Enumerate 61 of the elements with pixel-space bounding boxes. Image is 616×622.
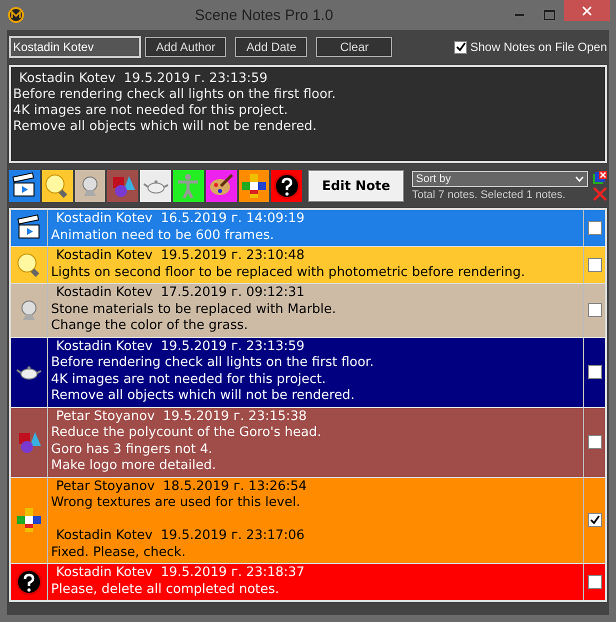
- checkbox[interactable]: [454, 40, 468, 54]
- toolbar-button[interactable]: Clear: [316, 37, 392, 57]
- note-text: Animation need to be 600 frames.: [51, 228, 275, 244]
- note-row[interactable]: Petar Stoyanov 19.5.2019 г. 23:15:38 Reduce the polycount of the Goro's head. Goro has 3 fingers not 4. Make logo more detailed.: [11, 408, 605, 476]
- note-checkbox[interactable]: [588, 221, 602, 235]
- checkbox-label: Show Notes on File Open: [470, 40, 607, 54]
- close-icon: [582, 6, 592, 16]
- note-text: Goro has 3 fingers not 4.: [51, 442, 214, 458]
- note-text: Make logo more detailed.: [51, 458, 218, 474]
- note-editor[interactable]: Kostadin Kotev 19.5.2019 г. 23:13:59 Before rendering check all lights on the first floor. 4K images are not needed for this project. Remove all objects which will not be rendered.: [9, 65, 607, 163]
- note-checkbox[interactable]: [588, 513, 602, 528]
- note-row[interactable]: Kostadin Kotev 19.5.2019 г. 23:10:48 Lights on second floor to be replaced with photometric before rendering.: [11, 247, 605, 283]
- note-text: Wrong textures are used for this level.: [51, 495, 302, 512]
- category-button[interactable]: [271, 170, 302, 202]
- note-header: Kostadin Kotev 16.5.2019 г. 14:09:19: [55, 211, 306, 228]
- note-row[interactable]: Kostadin Kotev 19.5.2019 г. 23:18:37 Please, delete all completed notes.: [11, 564, 605, 600]
- question-icon: [15, 568, 43, 596]
- cross-icon: [240, 172, 268, 200]
- note-header: Kostadin Kotev 19.5.2019 г. 23:17:06: [55, 528, 306, 544]
- author-field[interactable]: Kostadin Kotev: [9, 36, 141, 58]
- note-text: Lights on second floor to be replaced with photometric before rendering.: [51, 264, 526, 281]
- maximize-icon: [544, 10, 554, 20]
- category-button[interactable]: [74, 170, 106, 202]
- note-text: Fixed. Please, check.: [51, 544, 187, 561]
- category-button[interactable]: [9, 170, 40, 202]
- note-text: Remove all objects which will not be rendered.: [51, 388, 356, 404]
- edit-note-button[interactable]: Edit Note: [308, 170, 404, 202]
- color-reset-icon[interactable]: [592, 171, 607, 185]
- note-header: Kostadin Kotev 19.5.2019 г. 23:13:59: [55, 338, 306, 355]
- note-checkbox[interactable]: [588, 575, 602, 589]
- note-checkbox[interactable]: [588, 258, 602, 272]
- note-header: Kostadin Kotev 19.5.2019 г. 23:18:37: [55, 565, 306, 582]
- note-checkbox[interactable]: [588, 435, 602, 449]
- cross-icon: [15, 506, 43, 534]
- toolbar-button[interactable]: Add Date: [235, 37, 308, 57]
- category-button[interactable]: [238, 170, 270, 202]
- sort-dropdown[interactable]: Sort by: [412, 171, 588, 187]
- note-text: Reduce the polycount of the Goro's head.: [51, 425, 322, 442]
- note-row[interactable]: Petar Stoyanov 18.5.2019 г. 13:26:54 Wrong textures are used for this level. Kostadin Kotev 19.5.2019 г. 23:17:06 Fixed. Please, check.: [11, 478, 605, 563]
- chevron-down-icon: [574, 176, 584, 182]
- note-text: Before rendering check all lights on the first floor.: [51, 355, 375, 372]
- note-checkbox[interactable]: [588, 303, 602, 318]
- note-header: Kostadin Kotev 17.5.2019 г. 09:12:31: [55, 285, 306, 302]
- note-row[interactable]: Kostadin Kotev 19.5.2019 г. 23:13:59 Before rendering check all lights on the first floor. 4K images are not needed for this project. Remove all objects which will not be rendered.: [11, 338, 605, 406]
- notes-summary: Total 7 notes. Selected 1 notes.: [412, 189, 566, 201]
- toolbar-button[interactable]: Add Author: [145, 37, 226, 57]
- question-icon: [272, 172, 301, 200]
- note-text: Stone materials to be replaced with Marble.: [51, 302, 338, 318]
- note-checkbox[interactable]: [588, 365, 602, 379]
- note-header: Petar Stoyanov 18.5.2019 г. 13:26:54: [55, 478, 308, 495]
- note-header: Kostadin Kotev 19.5.2019 г. 23:10:48: [55, 248, 306, 264]
- note-row[interactable]: Kostadin Kotev 16.5.2019 г. 14:09:19 Animation need to be 600 frames.: [11, 210, 605, 246]
- note-text: Please, delete all completed notes.: [51, 582, 280, 598]
- note-header: Petar Stoyanov 19.5.2019 г. 23:15:38: [55, 408, 308, 425]
- note-row[interactable]: Kostadin Kotev 17.5.2019 г. 09:12:31 Stone materials to be replaced with Marble. Change the color of the grass.: [11, 284, 605, 336]
- close-button[interactable]: [564, 0, 610, 21]
- minimize-icon: [514, 14, 524, 16]
- note-text: Change the color of the grass.: [51, 318, 249, 334]
- window-title: Scene Notes Pro 1.0: [194, 6, 334, 24]
- app-logo-icon: [8, 7, 24, 23]
- note-text: 4K images are not needed for this project.: [51, 372, 327, 388]
